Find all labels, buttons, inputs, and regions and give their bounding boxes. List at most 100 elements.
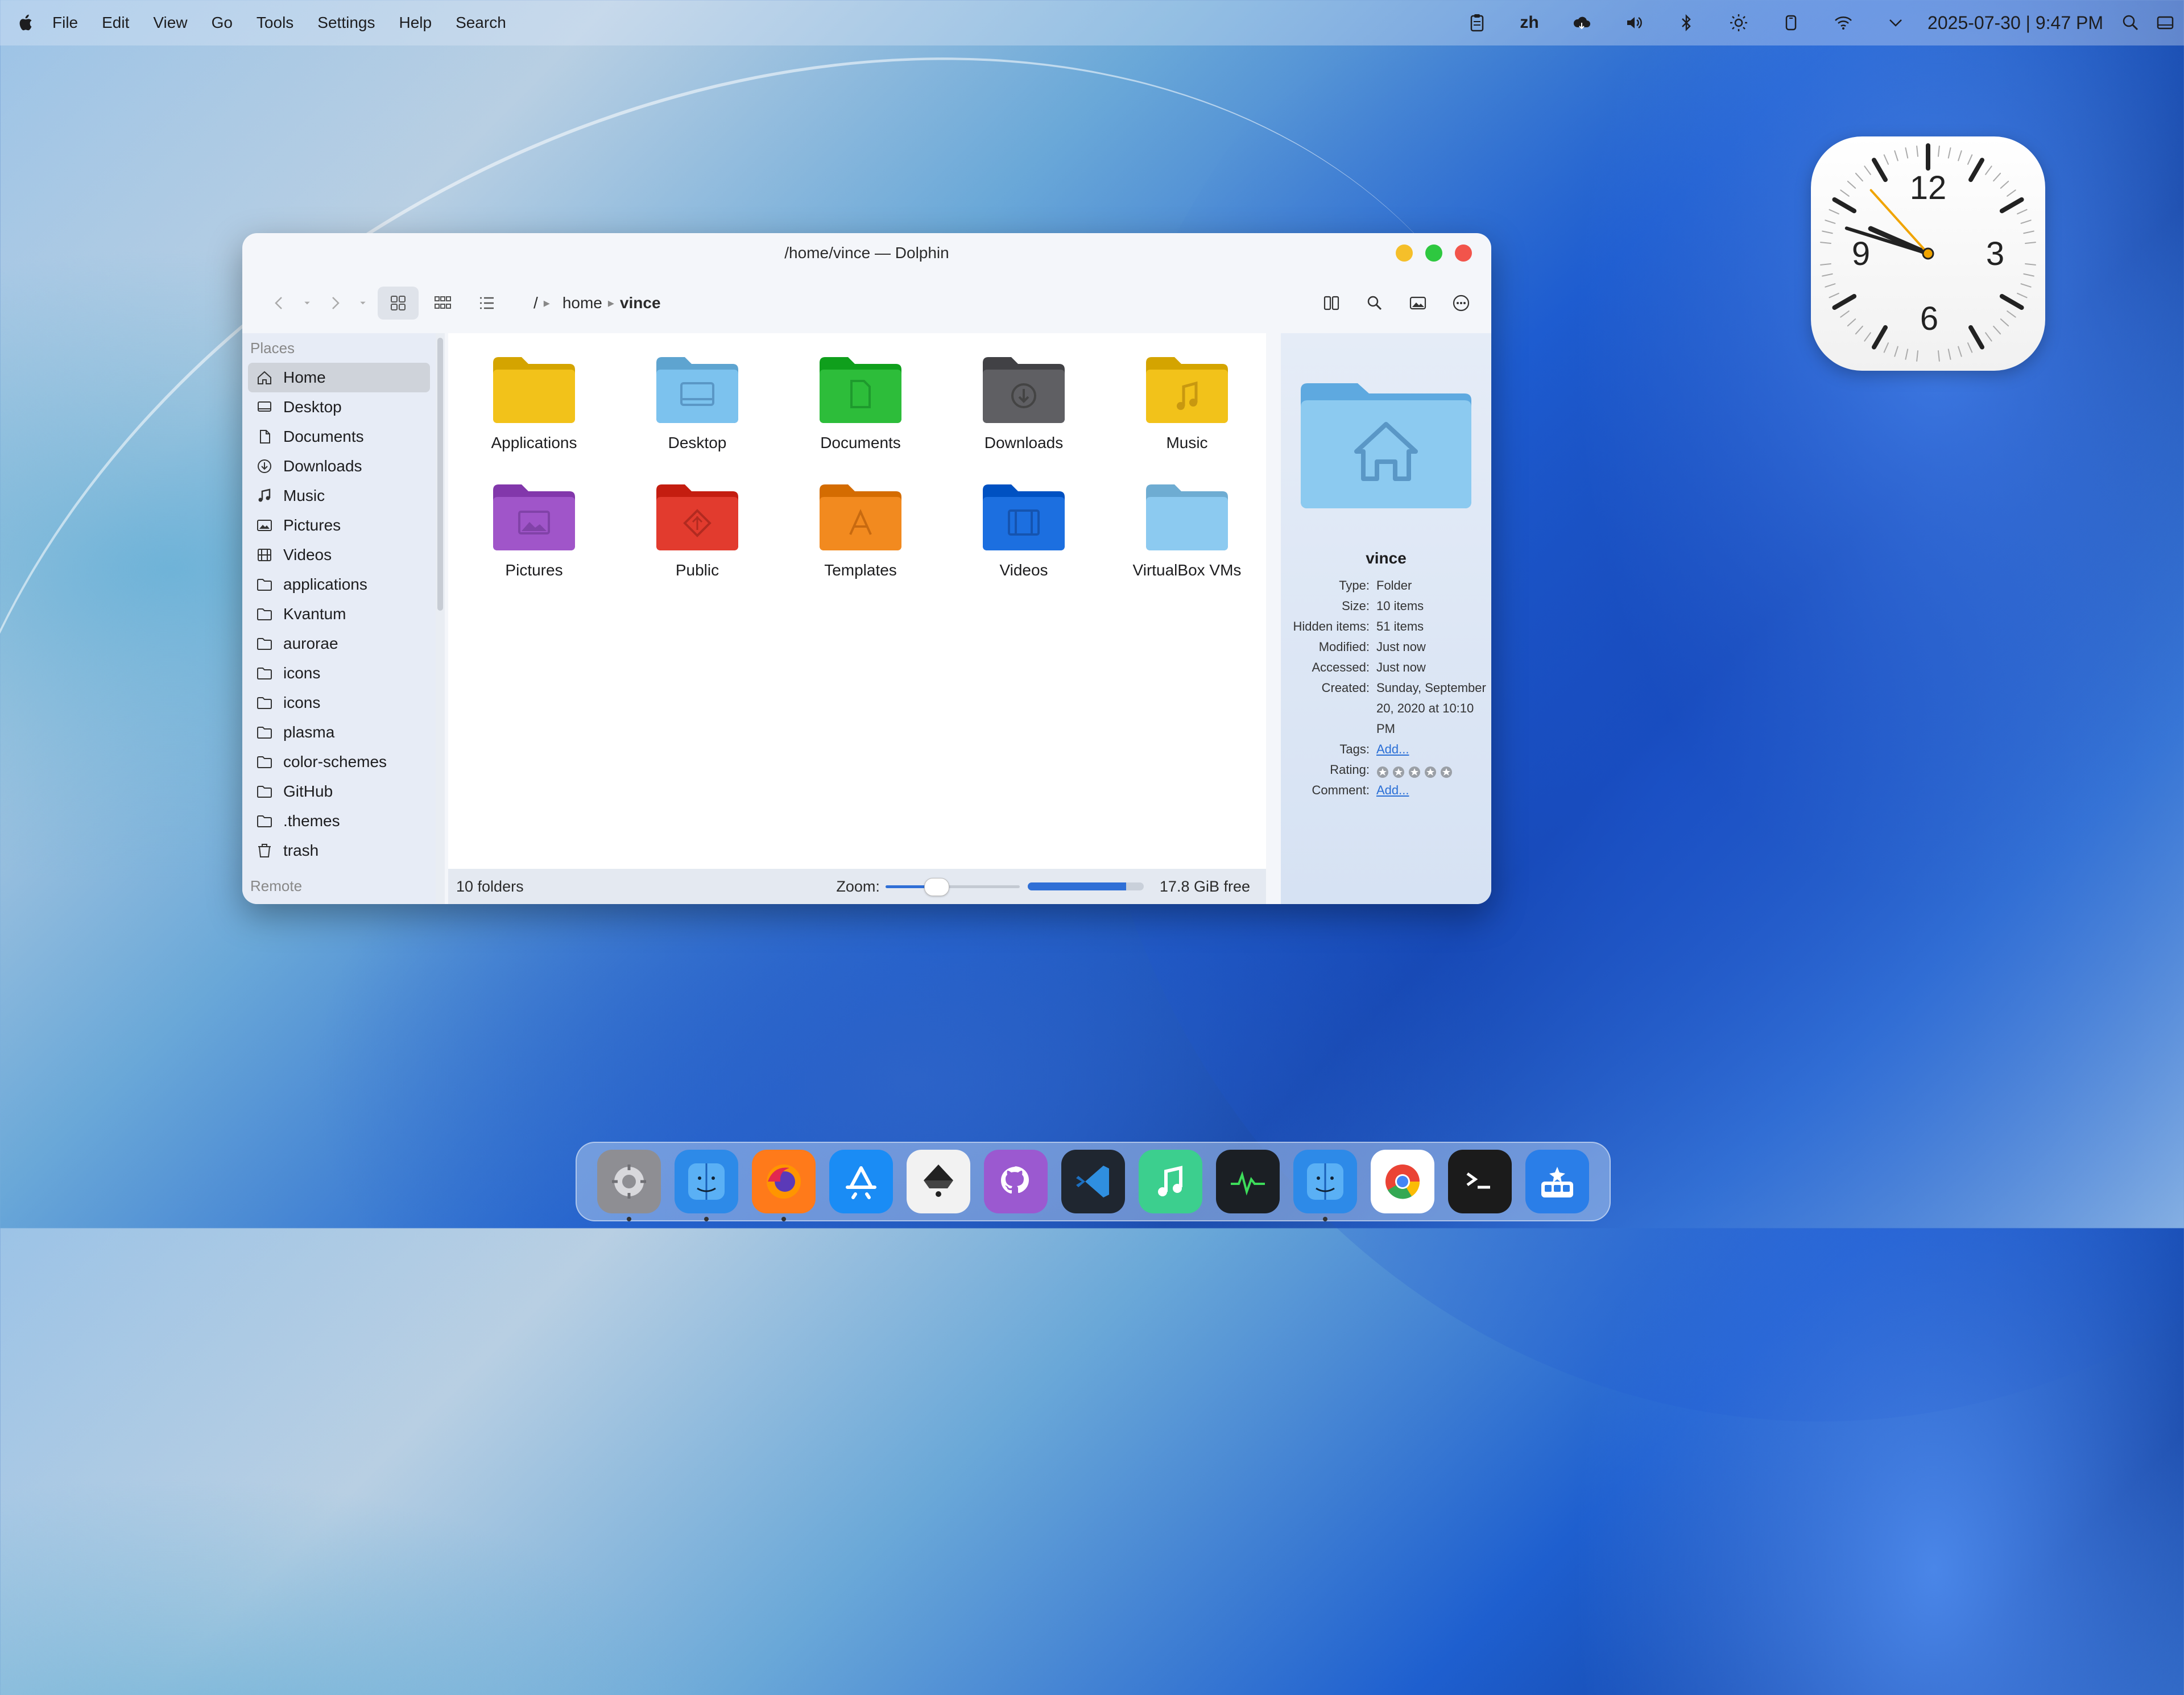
sidebar-item-pictures[interactable]: Pictures [248, 511, 430, 540]
back-button[interactable] [263, 287, 296, 320]
back-history-dropdown[interactable] [296, 287, 318, 320]
device-icon[interactable] [1765, 0, 1817, 45]
forward-button[interactable] [318, 287, 351, 320]
clock-minute-mark [1883, 342, 1889, 353]
wifi-icon[interactable] [1817, 0, 1869, 45]
star-icon[interactable] [1408, 764, 1421, 778]
sidebar-item-desktop[interactable]: Desktop [248, 392, 430, 422]
folder-desktop[interactable]: Desktop [616, 351, 779, 465]
sidebar-item-color-schemes[interactable]: color-schemes [248, 747, 430, 777]
brightness-icon[interactable] [1713, 0, 1765, 45]
folder-templates[interactable]: Templates [779, 479, 942, 592]
folder-pictures[interactable]: Pictures [453, 479, 615, 592]
folder-music[interactable]: Music [1106, 351, 1268, 465]
more-options-button[interactable] [1445, 287, 1478, 320]
minimize-button[interactable] [1396, 244, 1413, 262]
folder-applications[interactable]: Applications [453, 351, 615, 465]
clock-minute-mark [1937, 146, 1940, 157]
zoom-slider[interactable] [885, 878, 1020, 896]
zoom-slider-handle[interactable] [924, 878, 949, 896]
sidebar-item-trash[interactable]: trash [248, 836, 430, 865]
sidebar-item-themes[interactable]: .themes [248, 806, 430, 836]
window-titlebar[interactable]: /home/vince — Dolphin [242, 233, 1491, 273]
dock-app-launcher[interactable] [1525, 1150, 1589, 1213]
folder-videos[interactable]: Videos [942, 479, 1105, 592]
sidebar-item-documents[interactable]: Documents [248, 422, 430, 451]
folder-virtualbox-vms[interactable]: VirtualBox VMs [1106, 479, 1268, 592]
dock-app-music[interactable] [1139, 1150, 1202, 1213]
preview-button[interactable] [1401, 287, 1434, 320]
close-button[interactable] [1455, 244, 1472, 262]
folder-downloads[interactable]: Downloads [942, 351, 1105, 465]
add-tags-link[interactable]: Add... [1376, 742, 1409, 756]
dock-app-vscode[interactable] [1061, 1150, 1125, 1213]
breadcrumb-root[interactable]: / [533, 294, 538, 312]
menubar-datetime[interactable]: 2025-07-30 | 9:47 PM [1927, 13, 2103, 34]
sidebar-item-applications[interactable]: applications [248, 570, 430, 599]
star-icon[interactable] [1376, 764, 1389, 778]
dock-app-firefox[interactable] [752, 1150, 816, 1221]
dock-app-finder[interactable] [675, 1150, 738, 1221]
folder-documents[interactable]: Documents [779, 351, 942, 465]
sidebar-scrollbar[interactable] [436, 333, 445, 904]
file-view[interactable]: Applications Desktop Documents Downloads Mus… [448, 333, 1266, 869]
menu-file[interactable]: File [52, 14, 78, 32]
search-icon [1367, 296, 1382, 310]
sidebar-item-home[interactable]: Home [248, 363, 430, 392]
sidebar-item-icons[interactable]: icons [248, 658, 430, 688]
rating-stars[interactable] [1376, 760, 1488, 780]
menu-go[interactable]: Go [212, 14, 233, 32]
launcher-icon [1541, 1167, 1573, 1197]
dock-app-inkscape[interactable] [907, 1150, 970, 1213]
menu-edit[interactable]: Edit [102, 14, 129, 32]
menu-settings[interactable]: Settings [317, 14, 375, 32]
clipboard-icon[interactable] [1451, 0, 1503, 45]
icons-view-button[interactable] [378, 287, 419, 320]
add-comment-link[interactable]: Add... [1376, 783, 1409, 797]
forward-history-dropdown[interactable] [351, 287, 374, 320]
sidebar-item-icons[interactable]: icons [248, 688, 430, 718]
dock-app-dolphin[interactable] [1293, 1150, 1357, 1221]
sidebar-item-aurorae[interactable]: aurorae [248, 629, 430, 658]
menu-search[interactable]: Search [456, 14, 506, 32]
cloud-sync-icon[interactable] [1556, 0, 1608, 45]
chevron-down-icon[interactable] [1869, 0, 1922, 45]
dock-app-activity-monitor[interactable] [1216, 1150, 1280, 1213]
sidebar-item-plasma[interactable]: plasma [248, 718, 430, 747]
star-icon[interactable] [1440, 764, 1453, 778]
details-view-button[interactable] [466, 287, 507, 320]
clock-minute-mark [1985, 332, 1992, 342]
dock-app-app-store[interactable] [829, 1150, 893, 1213]
menu-view[interactable]: View [153, 14, 187, 32]
dock-app-system-settings[interactable] [597, 1150, 661, 1221]
star-icon[interactable] [1392, 764, 1405, 778]
dock-app-terminal[interactable] [1448, 1150, 1512, 1213]
control-center-icon[interactable] [2146, 0, 2184, 45]
clock-numeral-12: 12 [1910, 169, 1947, 206]
menu-help[interactable]: Help [399, 14, 432, 32]
breadcrumb-home[interactable]: home [562, 294, 602, 312]
star-icon[interactable] [1424, 764, 1437, 778]
search-icon[interactable] [2115, 0, 2146, 45]
remote-heading[interactable]: Remote [242, 871, 436, 901]
folder-public[interactable]: Public [616, 479, 779, 592]
sidebar-item-videos[interactable]: Videos [248, 540, 430, 570]
input-method-indicator[interactable]: zh [1503, 0, 1556, 45]
sidebar-item-downloads[interactable]: Downloads [248, 451, 430, 481]
sidebar-item-music[interactable]: Music [248, 481, 430, 511]
compact-view-button[interactable] [422, 287, 463, 320]
running-indicator [704, 1217, 709, 1221]
menu-tools[interactable]: Tools [257, 14, 293, 32]
volume-icon[interactable] [1608, 0, 1660, 45]
sidebar-item-github[interactable]: GitHub [248, 777, 430, 806]
dock-app-chrome[interactable] [1371, 1150, 1434, 1213]
dock-app-github-desktop[interactable] [984, 1150, 1048, 1213]
sidebar-scrollbar-thumb[interactable] [437, 338, 443, 611]
apple-logo-icon[interactable] [15, 11, 38, 34]
sidebar-item-kvantum[interactable]: Kvantum [248, 599, 430, 629]
breadcrumb-current[interactable]: vince [620, 294, 661, 312]
search-button[interactable] [1358, 287, 1391, 320]
bluetooth-icon[interactable] [1660, 0, 1713, 45]
split-view-button[interactable] [1315, 287, 1348, 320]
maximize-button[interactable] [1425, 244, 1442, 262]
